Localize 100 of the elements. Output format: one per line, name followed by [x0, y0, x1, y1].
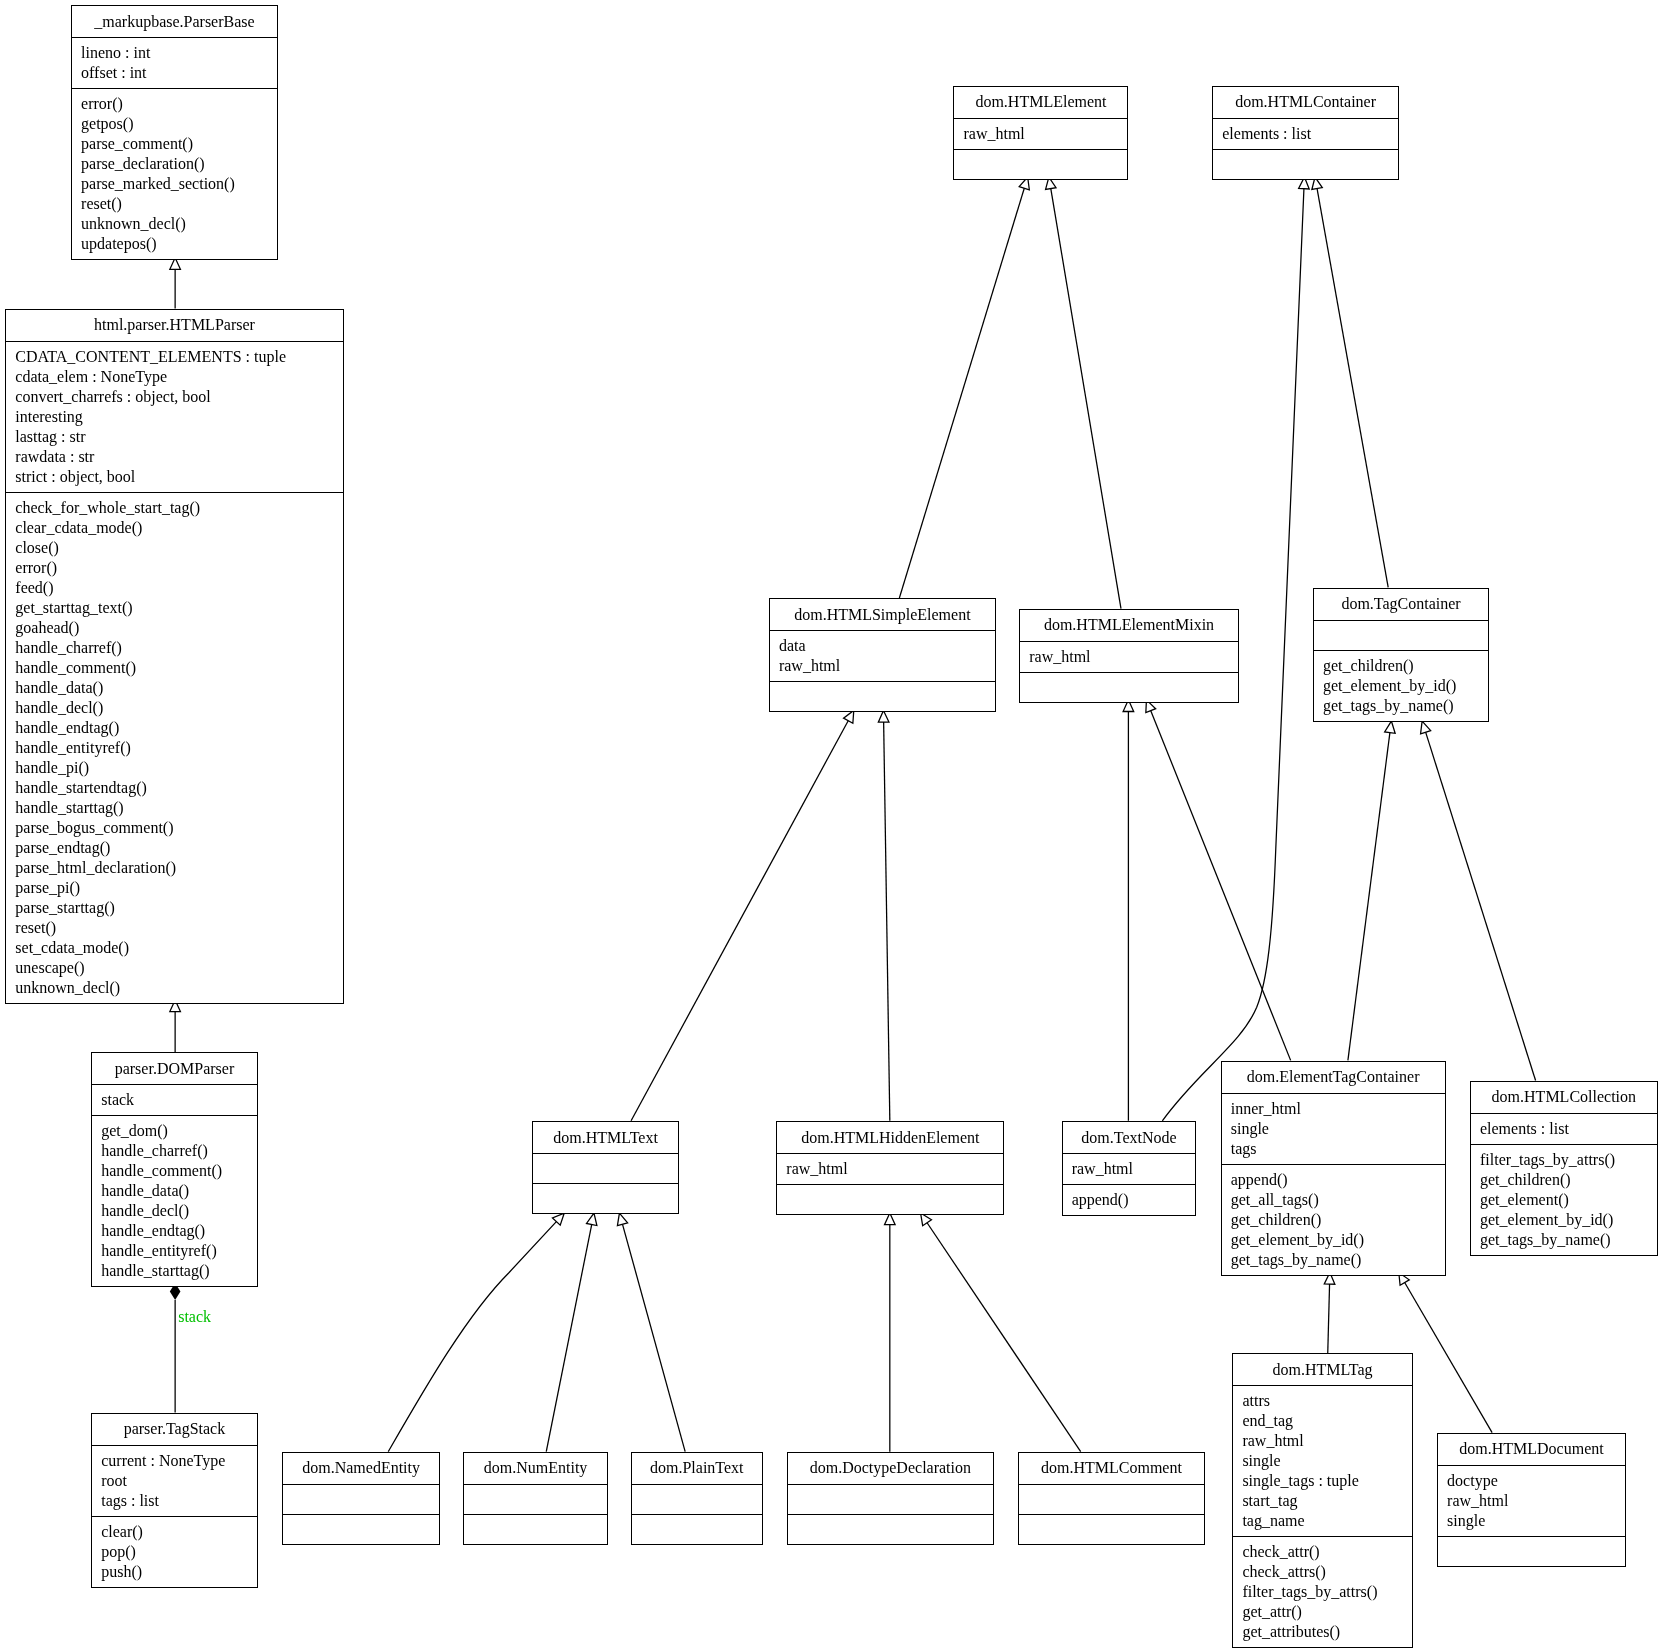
- class-name: dom.NumEntity: [483, 1458, 588, 1479]
- attribute-text: lineno : int: [81, 43, 151, 64]
- method-text: append(): [1071, 1190, 1129, 1211]
- method-text: reset(): [15, 917, 57, 938]
- class-name: parser.DOMParser: [114, 1058, 235, 1080]
- method-text: handle_endtag(): [101, 1221, 206, 1242]
- method-text: clear_cdata_mode(): [15, 517, 143, 538]
- method-text: parse_comment(): [81, 134, 193, 155]
- attribute-text: root: [101, 1470, 127, 1491]
- method-text: error(): [81, 94, 123, 115]
- method-text: feed(): [15, 577, 54, 598]
- class-name: dom.DoctypeDeclaration: [809, 1458, 971, 1479]
- method-text: check_attr(): [1242, 1542, 1320, 1563]
- method-text: get_attributes(): [1242, 1622, 1341, 1643]
- method-text: handle_startendtag(): [15, 777, 147, 798]
- method-text: handle_entityref(): [101, 1241, 217, 1262]
- class-name: dom.HTMLCollection: [1491, 1087, 1637, 1108]
- attribute-text: tags: [1230, 1138, 1257, 1159]
- method-text: unescape(): [15, 957, 85, 978]
- attribute-text: elements : list: [1479, 1118, 1569, 1139]
- method-text: append(): [1230, 1169, 1288, 1190]
- class-name: _markupbase.ParserBase: [94, 11, 255, 33]
- class-name: dom.NamedEntity: [302, 1458, 420, 1479]
- class-name: dom.HTMLText: [553, 1127, 658, 1148]
- method-text: set_cdata_mode(): [15, 937, 130, 958]
- method-text: get_element_by_id(): [1479, 1209, 1614, 1230]
- attribute-text: tag_name: [1242, 1511, 1305, 1532]
- attribute-text: tags : list: [101, 1490, 159, 1511]
- method-text: unknown_decl(): [81, 214, 186, 235]
- class-name: dom.TextNode: [1081, 1127, 1177, 1148]
- attribute-text: strict : object, bool: [15, 466, 136, 487]
- method-text: get_tags_by_name(): [1479, 1229, 1611, 1250]
- attribute-text: stack: [101, 1090, 135, 1111]
- method-text: filter_tags_by_attrs(): [1242, 1582, 1378, 1603]
- class-name: dom.PlainText: [650, 1458, 744, 1479]
- method-text: reset(): [81, 194, 122, 215]
- method-text: get_children(): [1230, 1209, 1322, 1230]
- method-text: parse_marked_section(): [81, 174, 235, 195]
- class-name: dom.ElementTagContainer: [1246, 1067, 1420, 1088]
- method-text: getpos(): [81, 114, 134, 135]
- attribute-text: attrs: [1242, 1391, 1270, 1412]
- method-text: updatepos(): [81, 234, 157, 255]
- method-text: get_dom(): [101, 1121, 168, 1142]
- method-text: get_attr(): [1242, 1602, 1302, 1623]
- attribute-text: raw_html: [1447, 1490, 1509, 1511]
- method-text: check_attrs(): [1242, 1562, 1326, 1583]
- attribute-text: raw_html: [1029, 646, 1091, 667]
- attribute-text: offset : int: [81, 63, 147, 84]
- attribute-text: raw_html: [778, 656, 841, 677]
- class-name: dom.HTMLElement: [975, 92, 1107, 113]
- attribute-text: inner_html: [1230, 1098, 1301, 1119]
- class-name: dom.HTMLElementMixin: [1043, 615, 1215, 636]
- method-text: goahead(): [15, 617, 80, 638]
- method-text: parse_declaration(): [81, 154, 205, 175]
- method-text: handle_decl(): [101, 1201, 190, 1222]
- method-text: handle_starttag(): [15, 797, 124, 818]
- class-name: parser.TagStack: [123, 1419, 226, 1440]
- method-text: parse_endtag(): [15, 837, 111, 858]
- attribute-text: CDATA_CONTENT_ELEMENTS : tuple: [15, 346, 286, 367]
- method-text: check_for_whole_start_tag(): [15, 497, 201, 518]
- method-text: get_element_by_id(): [1230, 1229, 1365, 1250]
- method-text: handle_charref(): [15, 637, 122, 658]
- class-name: dom.HTMLContainer: [1235, 92, 1376, 113]
- method-text: get_all_tags(): [1230, 1189, 1319, 1210]
- method-text: parse_pi(): [15, 877, 81, 898]
- attribute-text: data: [778, 636, 806, 657]
- attribute-text: single: [1447, 1510, 1486, 1531]
- association-label: stack: [178, 1306, 212, 1327]
- method-text: get_tags_by_name(): [1323, 695, 1454, 716]
- method-text: handle_data(): [15, 677, 104, 698]
- method-text: handle_pi(): [15, 757, 90, 778]
- method-text: parse_bogus_comment(): [15, 817, 174, 838]
- class-name: dom.HTMLComment: [1041, 1458, 1182, 1479]
- method-text: close(): [15, 537, 59, 558]
- attribute-text: raw_html: [963, 123, 1025, 144]
- class-name: dom.HTMLSimpleElement: [794, 604, 971, 626]
- method-text: pop(): [101, 1541, 136, 1562]
- method-text: unknown_decl(): [15, 977, 121, 998]
- attribute-text: cdata_elem : NoneType: [15, 366, 167, 387]
- method-text: handle_endtag(): [15, 717, 120, 738]
- method-text: push(): [101, 1561, 143, 1582]
- method-text: handle_comment(): [101, 1161, 223, 1182]
- method-text: handle_decl(): [15, 697, 104, 718]
- method-text: handle_data(): [101, 1181, 190, 1202]
- method-text: get_tags_by_name(): [1230, 1249, 1362, 1270]
- method-text: parse_starttag(): [15, 897, 115, 918]
- attribute-text: raw_html: [1242, 1431, 1304, 1452]
- method-text: get_element_by_id(): [1323, 675, 1457, 696]
- attribute-text: interesting: [15, 406, 83, 427]
- attribute-text: raw_html: [786, 1159, 848, 1180]
- attribute-text: elements : list: [1222, 123, 1312, 144]
- method-text: parse_html_declaration(): [15, 857, 177, 878]
- class-name: dom.HTMLDocument: [1459, 1439, 1604, 1460]
- attribute-text: single: [1242, 1451, 1281, 1472]
- attribute-text: end_tag: [1242, 1411, 1294, 1432]
- attribute-text: start_tag: [1242, 1491, 1298, 1512]
- attribute-text: current : NoneType: [101, 1450, 226, 1471]
- class-name: dom.HTMLTag: [1272, 1359, 1373, 1381]
- method-text: clear(): [101, 1521, 143, 1542]
- attribute-text: lasttag : str: [15, 426, 86, 447]
